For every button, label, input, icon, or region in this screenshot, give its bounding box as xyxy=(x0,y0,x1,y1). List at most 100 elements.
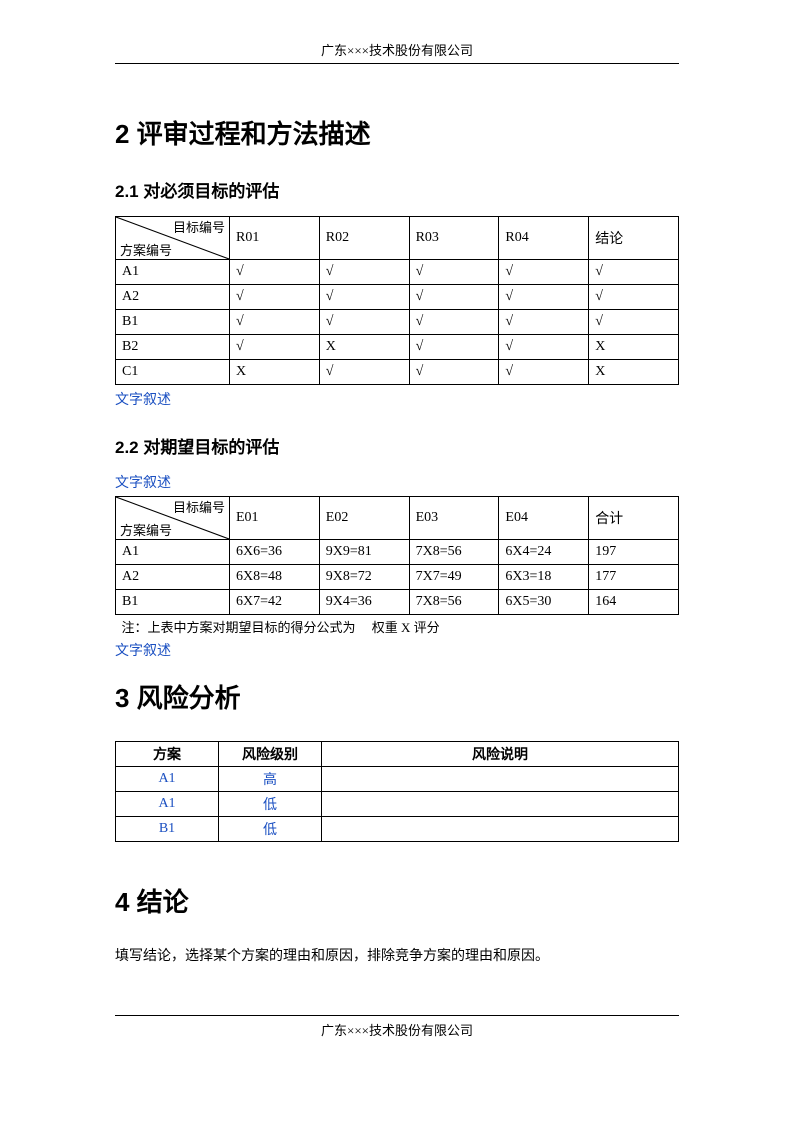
diag-top-label: 目标编号 xyxy=(173,497,225,516)
cell: √ xyxy=(230,260,320,285)
note-text: 文字叙述 xyxy=(115,389,679,409)
cell: 低 xyxy=(219,817,322,842)
cell: √ xyxy=(319,260,409,285)
section-2-2-title: 2.2 对期望目标的评估 xyxy=(115,433,679,458)
cell: 7X7=49 xyxy=(409,565,499,590)
table-row: A1 √ √ √ √ √ xyxy=(116,260,679,285)
col-header: 方案 xyxy=(116,742,219,767)
row-label: B2 xyxy=(116,335,230,360)
cell: √ xyxy=(409,285,499,310)
cell: √ xyxy=(230,310,320,335)
cell: 6X8=48 xyxy=(230,565,320,590)
table-header-row: 目标编号 方案编号 R01 R02 R03 R04 结论 xyxy=(116,217,679,260)
cell: 164 xyxy=(589,590,679,615)
cell: 低 xyxy=(219,792,322,817)
col-header: 风险级别 xyxy=(219,742,322,767)
formula-note: 注：上表中方案对期望目标的得分公式为 权重 X 评分 xyxy=(115,617,679,636)
section-2-1-title: 2.1 对必须目标的评估 xyxy=(115,177,679,202)
cell: √ xyxy=(409,260,499,285)
row-label: A2 xyxy=(116,285,230,310)
diag-bottom-label: 方案编号 xyxy=(120,240,172,259)
table-row: C1 X √ √ √ X xyxy=(116,360,679,385)
section-4-title: 4 结论 xyxy=(115,882,679,919)
table-row: B1 低 xyxy=(116,817,679,842)
page-header: 广东×××技术股份有限公司 xyxy=(115,40,679,64)
cell: 7X8=56 xyxy=(409,590,499,615)
cell: √ xyxy=(499,260,589,285)
col-header: 风险说明 xyxy=(322,742,679,767)
cell: √ xyxy=(499,360,589,385)
table-row: B2 √ X √ √ X xyxy=(116,335,679,360)
col-header: E02 xyxy=(319,497,409,540)
diag-top-label: 目标编号 xyxy=(173,217,225,236)
row-label: B1 xyxy=(116,310,230,335)
table-row: A2 √ √ √ √ √ xyxy=(116,285,679,310)
col-header: R04 xyxy=(499,217,589,260)
cell: A1 xyxy=(116,792,219,817)
cell: √ xyxy=(230,285,320,310)
cell: 177 xyxy=(589,565,679,590)
table-row: A1 高 xyxy=(116,767,679,792)
note-text: 文字叙述 xyxy=(115,640,679,660)
col-header: 结论 xyxy=(589,217,679,260)
cell: 9X4=36 xyxy=(319,590,409,615)
cell xyxy=(322,792,679,817)
cell: √ xyxy=(409,360,499,385)
col-header: R02 xyxy=(319,217,409,260)
cell: 6X6=36 xyxy=(230,540,320,565)
cell: √ xyxy=(230,335,320,360)
cell: √ xyxy=(589,285,679,310)
row-label: A2 xyxy=(116,565,230,590)
cell: X xyxy=(230,360,320,385)
col-header: 合计 xyxy=(589,497,679,540)
note-text: 文字叙述 xyxy=(115,472,679,492)
col-header: E03 xyxy=(409,497,499,540)
page-footer: 广东×××技术股份有限公司 xyxy=(115,1015,679,1039)
cell: B1 xyxy=(116,817,219,842)
row-label: A1 xyxy=(116,260,230,285)
table-header-row: 目标编号 方案编号 E01 E02 E03 E04 合计 xyxy=(116,497,679,540)
diag-bottom-label: 方案编号 xyxy=(120,520,172,539)
document-page: 广东×××技术股份有限公司 2 评审过程和方法描述 2.1 对必须目标的评估 目… xyxy=(0,0,794,1039)
row-label: A1 xyxy=(116,540,230,565)
cell: √ xyxy=(589,260,679,285)
section-3-title: 3 风险分析 xyxy=(115,678,679,715)
cell: 6X4=24 xyxy=(499,540,589,565)
cell: √ xyxy=(319,285,409,310)
cell: X xyxy=(319,335,409,360)
cell: √ xyxy=(319,310,409,335)
cell: 6X3=18 xyxy=(499,565,589,590)
table-row: B1 6X7=42 9X4=36 7X8=56 6X5=30 164 xyxy=(116,590,679,615)
cell: √ xyxy=(589,310,679,335)
diagonal-header-cell: 目标编号 方案编号 xyxy=(116,217,230,260)
cell: √ xyxy=(499,335,589,360)
col-header: R01 xyxy=(230,217,320,260)
cell: 高 xyxy=(219,767,322,792)
table-row: A1 6X6=36 9X9=81 7X8=56 6X4=24 197 xyxy=(116,540,679,565)
cell: 6X5=30 xyxy=(499,590,589,615)
cell xyxy=(322,817,679,842)
cell: 6X7=42 xyxy=(230,590,320,615)
cell: A1 xyxy=(116,767,219,792)
conclusion-body: 填写结论，选择某个方案的理由和原因，排除竞争方案的理由和原因。 xyxy=(115,945,679,965)
cell: X xyxy=(589,335,679,360)
row-label: B1 xyxy=(116,590,230,615)
col-header: R03 xyxy=(409,217,499,260)
cell: √ xyxy=(319,360,409,385)
col-header: E04 xyxy=(499,497,589,540)
cell xyxy=(322,767,679,792)
table-header-row: 方案 风险级别 风险说明 xyxy=(116,742,679,767)
section-2-title: 2 评审过程和方法描述 xyxy=(115,114,679,151)
table-row: A1 低 xyxy=(116,792,679,817)
table-row: B1 √ √ √ √ √ xyxy=(116,310,679,335)
cell: 197 xyxy=(589,540,679,565)
cell: √ xyxy=(499,310,589,335)
table-row: A2 6X8=48 9X8=72 7X7=49 6X3=18 177 xyxy=(116,565,679,590)
col-header: E01 xyxy=(230,497,320,540)
cell: √ xyxy=(409,310,499,335)
table-required-targets: 目标编号 方案编号 R01 R02 R03 R04 结论 A1 √ √ √ √ … xyxy=(115,216,679,385)
row-label: C1 xyxy=(116,360,230,385)
cell: √ xyxy=(409,335,499,360)
diagonal-header-cell: 目标编号 方案编号 xyxy=(116,497,230,540)
cell: √ xyxy=(499,285,589,310)
